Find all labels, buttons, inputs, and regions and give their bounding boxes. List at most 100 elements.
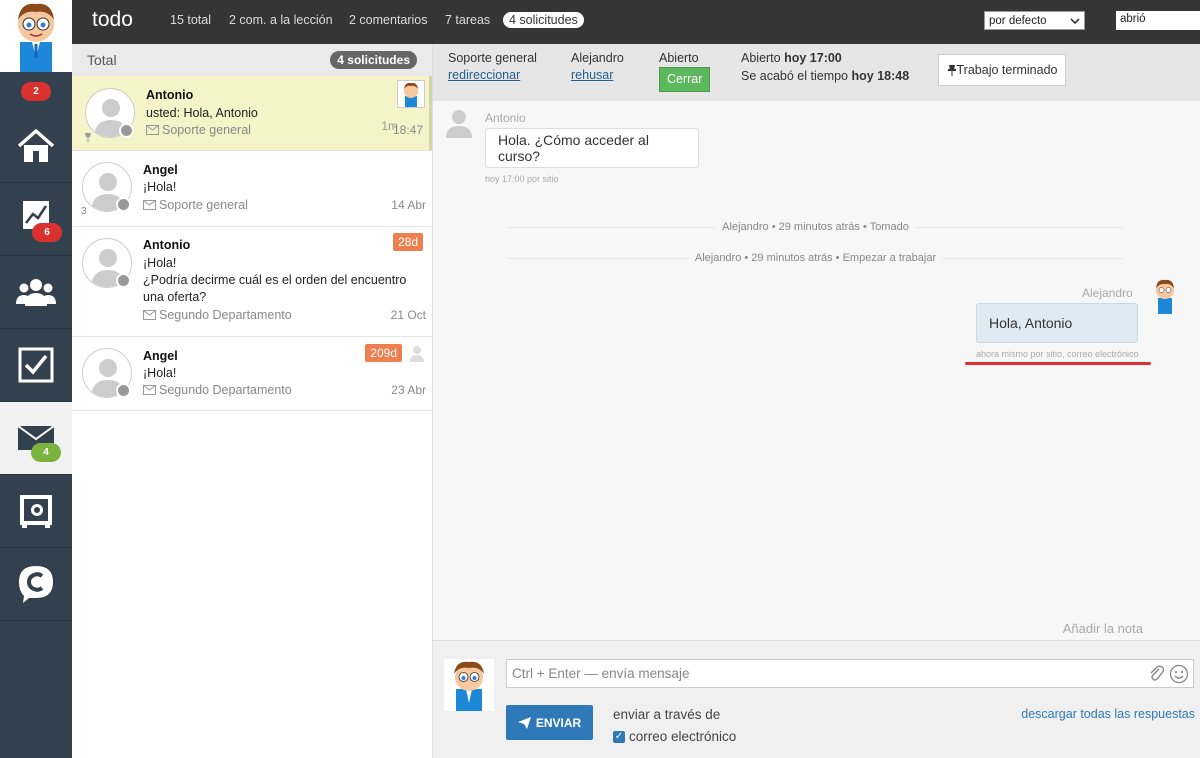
users-icon — [16, 279, 56, 306]
conversation-item[interactable]: 3 Angel ¡Hola! Soporte general 14 Abr — [72, 151, 432, 227]
event-taken-text: Alejandro • 29 minutos atrás • Tomado — [716, 221, 915, 233]
conversation-dept: Segundo Departamento — [143, 383, 292, 397]
email-channel-checkbox[interactable]: ✓ correo electrónico — [613, 729, 736, 744]
conversation-preview-greeting: ¡Hola! — [143, 256, 177, 270]
status-dot — [116, 383, 131, 398]
mascot-icon — [18, 3, 54, 72]
status-filter-input[interactable]: abrió — [1116, 11, 1200, 30]
conversation-name: Angel — [143, 163, 178, 177]
checkbox-icon — [18, 347, 54, 383]
paperclip-icon[interactable] — [1148, 665, 1164, 683]
sidebar-item-users[interactable] — [0, 256, 72, 329]
notifications-badge[interactable]: 2 — [21, 81, 51, 101]
incoming-message-meta: hoy 17:00 por sitio — [485, 174, 559, 184]
list-header-title: Total — [87, 52, 117, 68]
sidebar-item-home[interactable] — [0, 110, 72, 183]
highlight-underline — [965, 362, 1151, 365]
logo-mascot[interactable] — [0, 0, 72, 72]
conversation-time: 21 Oct — [390, 308, 426, 322]
ticket-info-bar: Soporte general redireccionar Alejandro … — [433, 44, 1200, 101]
conversation-dept: Segundo Departamento — [143, 308, 292, 322]
emoji-icon[interactable] — [1169, 664, 1189, 684]
age-badge: 209d — [365, 344, 402, 362]
conversation-name: Angel — [143, 349, 178, 363]
stat-total[interactable]: 15 total — [170, 13, 211, 27]
download-all-replies-link[interactable]: descargar todas las respuestas — [1021, 707, 1195, 721]
paper-plane-icon — [517, 716, 531, 729]
timeout-time: hoy 18:48 — [851, 69, 910, 83]
chat-c-icon — [19, 566, 53, 603]
sidebar-item-vault[interactable] — [0, 475, 72, 548]
sidebar-item-mail[interactable]: 4 — [0, 402, 72, 475]
chevron-down-icon — [1070, 17, 1080, 24]
status-label: Abierto — [659, 51, 699, 65]
my-avatar — [444, 659, 494, 711]
send-button-label: ENVIAR — [535, 715, 582, 730]
conversation-dept-label: Segundo Departamento — [159, 308, 292, 322]
status-dot — [119, 123, 134, 138]
incoming-message-bubble: Hola. ¿Cómo acceder al curso? — [485, 128, 699, 168]
mascot-icon — [404, 82, 418, 107]
notifications-row: 2 — [0, 72, 72, 110]
outgoing-author: Alejandro — [1082, 286, 1133, 300]
envelope-icon — [143, 385, 156, 395]
status-block: Abierto Cerrar — [659, 50, 711, 92]
agent-avatar — [397, 80, 425, 108]
conversation-item[interactable]: Antonio usted: Hola, Antonio Soporte gen… — [72, 76, 432, 151]
sort-select[interactable]: por defecto — [984, 11, 1085, 30]
home-icon — [17, 129, 55, 162]
mail-badge: 4 — [31, 443, 61, 462]
outgoing-message-bubble: Hola, Antonio — [976, 303, 1138, 343]
conversation-time: 18:47 — [392, 123, 423, 137]
add-note-link[interactable]: Añadir la nota — [1063, 621, 1143, 636]
sidebar: 2 6 4 — [0, 0, 72, 758]
stat-requests-active[interactable]: 4 solicitudes — [503, 12, 584, 28]
conversation-dept-label: Segundo Departamento — [159, 383, 292, 397]
conversation-time: 23 Abr — [391, 383, 426, 397]
message-input[interactable]: Ctrl + Enter — envía mensaje — [506, 659, 1194, 688]
work-done-button[interactable]: Trabajo terminado — [938, 54, 1066, 86]
outgoing-message-meta: ahora mismo por sitio, correo electrónic… — [976, 349, 1139, 359]
envelope-icon — [143, 200, 156, 210]
conversation-name: Antonio — [143, 238, 191, 252]
agent-label: Alejandro — [571, 51, 624, 65]
message-composer: Ctrl + Enter — envía mensaje ENVIAR envi… — [433, 640, 1200, 758]
agent-avatar — [1150, 278, 1180, 314]
conversation-name: Antonio — [146, 88, 194, 102]
checkbox-checked[interactable]: ✓ — [613, 730, 625, 743]
sidebar-item-stats[interactable]: 6 — [0, 183, 72, 256]
conversation-item[interactable]: Angel 209d ¡Hola! Segundo Departamento 2… — [72, 337, 432, 411]
page-title: todo — [92, 8, 133, 31]
close-ticket-button[interactable]: Cerrar — [659, 67, 711, 92]
refuse-link[interactable]: rehusar — [571, 67, 624, 84]
status-dot — [116, 197, 131, 212]
conversation-dept-label: Soporte general — [159, 198, 248, 212]
user-placeholder-icon — [410, 346, 424, 362]
redirect-link[interactable]: redireccionar — [448, 67, 537, 84]
event-taken: Alejandro • 29 minutos atrás • Tomado — [507, 221, 1124, 240]
user-placeholder-icon — [446, 110, 472, 138]
mascot-icon — [454, 661, 484, 711]
email-channel-label: correo electrónico — [629, 729, 737, 744]
dept-label: Soporte general — [448, 51, 537, 65]
conversation-item[interactable]: Antonio 28d ¡Hola! ¿Podría decirme cuál … — [72, 227, 432, 337]
conversation-preview: ¿Podría decirme cuál es el orden del enc… — [143, 273, 407, 304]
send-button[interactable]: ENVIAR — [506, 705, 593, 740]
stat-tasks[interactable]: 7 tareas — [445, 13, 490, 27]
list-header: Total 4 solicitudes — [72, 44, 432, 76]
conversation-preview: usted: Hola, Antonio — [146, 106, 258, 120]
dept-block: Soporte general redireccionar — [448, 50, 537, 84]
opened-time: hoy 17:00 — [784, 51, 842, 65]
sidebar-item-chat[interactable] — [0, 548, 72, 621]
conversation-dept: Soporte general — [146, 123, 251, 137]
sort-select-value: por defecto — [989, 14, 1047, 27]
stat-comments[interactable]: 2 comentarios — [349, 13, 428, 27]
stat-lesson-comments[interactable]: 2 com. a la lección — [229, 13, 333, 27]
conversation-preview: ¡Hola! — [143, 366, 177, 380]
agent-block: Alejandro rehusar — [571, 50, 624, 84]
timeout-label: Se acabó el tiempo — [741, 69, 849, 83]
conversation-detail: Soporte general redireccionar Alejandro … — [433, 44, 1200, 758]
sidebar-item-tasks[interactable] — [0, 329, 72, 402]
safe-icon — [20, 495, 52, 528]
opened-label: Abierto — [741, 51, 781, 65]
